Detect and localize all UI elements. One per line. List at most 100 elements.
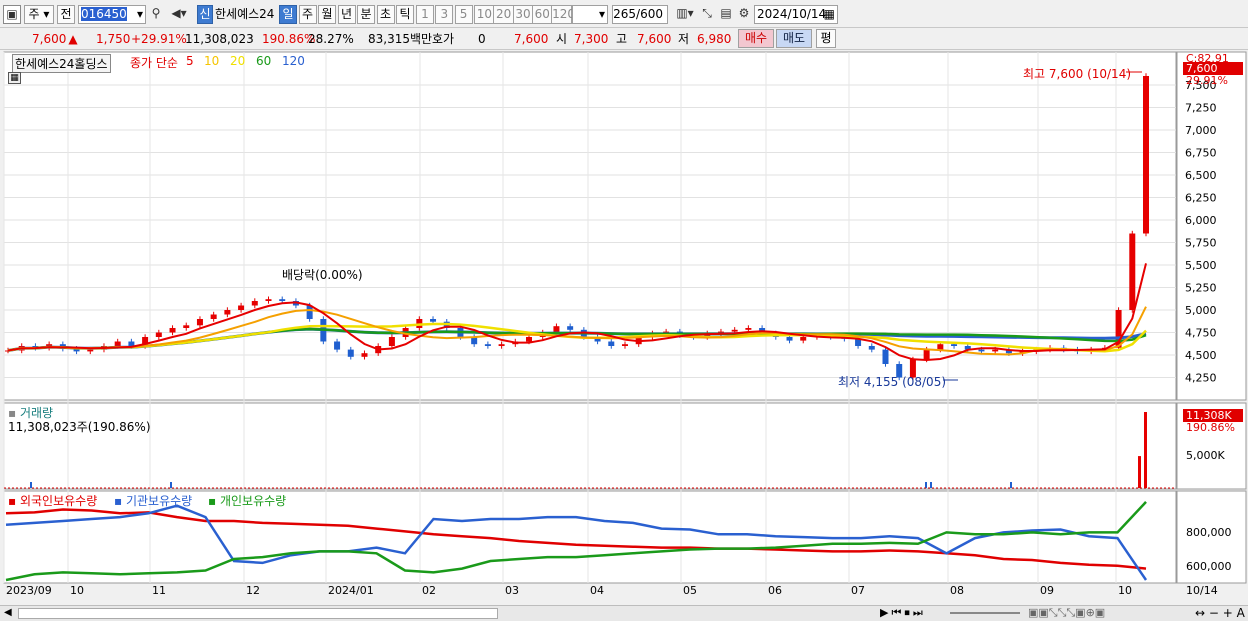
volume-bar <box>170 482 172 488</box>
count-input[interactable]: 265/600 <box>612 5 668 24</box>
stock-type-select[interactable]: 주 ▾ <box>24 5 54 24</box>
avg-button[interactable]: 평 <box>816 29 836 48</box>
x-label-9: 06 <box>768 584 782 597</box>
volume-bar <box>30 482 32 488</box>
y-tick-label: 6,250 <box>1185 192 1217 205</box>
period-1-button[interactable]: 주 <box>298 5 317 24</box>
window-icon[interactable]: ▣ <box>3 5 21 24</box>
hoga-price: 7,600 <box>514 32 549 46</box>
interval-10-button[interactable]: 10 <box>473 5 495 24</box>
interval-120-button[interactable]: 120 <box>551 5 575 24</box>
candle-body <box>238 305 245 310</box>
code-input[interactable]: 016450 ▾ <box>78 5 146 24</box>
interval-5-button[interactable]: 5 <box>454 5 473 24</box>
volume-pct: 190.86% <box>1186 421 1235 434</box>
legend-ma-title: 종가 단순 <box>130 56 178 70</box>
date-value: 2024/10/14 <box>757 7 827 21</box>
pct-label: 29.91% <box>1186 74 1228 87</box>
hoga-value: 0 <box>478 32 486 46</box>
candle-body <box>731 329 738 332</box>
company-name: 한세예스24 <box>215 7 275 21</box>
buy-button[interactable]: 매수 <box>738 29 774 48</box>
y-tick-label: 6,500 <box>1185 169 1217 182</box>
candle-body <box>800 337 807 341</box>
interval-select[interactable]: ▾ <box>572 5 608 24</box>
interval-3-button[interactable]: 3 <box>435 5 454 24</box>
low-annotation: 최저 4,155 (08/05) <box>838 375 947 389</box>
x-label-5: 02 <box>422 584 436 597</box>
turnover: 28.27% <box>308 32 354 46</box>
x-label-6: 03 <box>505 584 519 597</box>
candle-body <box>484 344 491 346</box>
candle-body <box>196 319 203 326</box>
period-5-button[interactable]: 초 <box>376 5 395 24</box>
candle-body <box>334 341 341 350</box>
x-label-1: 10 <box>70 584 84 597</box>
scroll-left-icon[interactable]: ◀ <box>4 607 12 618</box>
table-icon[interactable]: ▦ <box>8 72 21 84</box>
y-tick-label: 6,750 <box>1185 147 1217 160</box>
view-tools[interactable]: ▣▣⤡⤡⤡▣⊕▣ <box>1028 606 1105 620</box>
stock-type-value: 주 <box>28 7 40 21</box>
candle-body <box>114 341 121 346</box>
interval-60-button[interactable]: 60 <box>531 5 553 24</box>
candle-body <box>745 328 752 330</box>
period-6-button[interactable]: 틱 <box>396 5 414 24</box>
change-value: 1,750 <box>96 32 131 46</box>
candle-body <box>553 326 560 333</box>
interval-20-button[interactable]: 20 <box>493 5 515 24</box>
holdings-tick-600k: 600,000 <box>1186 560 1232 573</box>
volume-value: 11,308,023 <box>185 32 254 46</box>
tools-icon[interactable]: ⤡ <box>697 5 717 24</box>
ma-legend-5: 5 <box>186 54 194 68</box>
interval-30-button[interactable]: 30 <box>512 5 534 24</box>
period-3-button[interactable]: 년 <box>337 5 356 24</box>
candle-body <box>279 299 286 301</box>
sin-badge: 신 <box>197 5 213 24</box>
y-tick-label: 5,250 <box>1185 282 1217 295</box>
prev-button[interactable]: 전 <box>57 5 75 24</box>
save-icon[interactable]: ▤ <box>717 5 735 24</box>
search-icon[interactable]: ⚲ <box>148 5 164 24</box>
x-label-7: 04 <box>590 584 604 597</box>
y-tick-label: 5,500 <box>1185 259 1217 272</box>
date-input[interactable]: 2024/10/14 ▦ <box>754 5 838 24</box>
chart-style-icon[interactable]: ▥▾ <box>675 5 695 24</box>
candle-body <box>868 346 875 350</box>
candle-body <box>937 344 944 350</box>
candle-body <box>1143 76 1149 234</box>
ma-legend-120: 120 <box>282 54 305 68</box>
scroll-thumb[interactable] <box>18 608 498 619</box>
high-value: 7,600 <box>637 32 672 46</box>
zoom-icons[interactable]: ↔ − + A <box>1195 606 1245 620</box>
playback-controls[interactable]: ▶⏮⏹⏭ <box>880 606 926 620</box>
speaker-icon[interactable]: ◀▾ <box>167 5 191 24</box>
candle-body <box>183 325 190 328</box>
period-0-button[interactable]: 일 <box>279 5 297 24</box>
volume-bar <box>1144 412 1147 488</box>
hoga-label: 호가 <box>432 32 455 46</box>
open-label: 시 <box>556 32 568 46</box>
calendar-icon[interactable]: ▦ <box>824 6 835 23</box>
dividend-annotation: 배당락(0.00%) <box>282 268 363 282</box>
x-label-13: 10 <box>1118 584 1132 597</box>
x-label-14: 10/14 <box>1186 584 1218 597</box>
x-label-11: 08 <box>950 584 964 597</box>
holdings-legend-2: ▪ 개인보유수량 <box>208 494 287 508</box>
legend-name[interactable]: 한세예스24홀딩스 <box>12 54 111 73</box>
bottom-scrollbar[interactable]: ◀ ▶⏮⏹⏭ ▣▣⤡⤡⤡▣⊕▣ ↔ − + A <box>0 605 1248 621</box>
candle-body <box>87 349 94 352</box>
y-tick-label: 5,000 <box>1185 304 1217 317</box>
sell-button[interactable]: 매도 <box>776 29 812 48</box>
zoom-slider[interactable] <box>950 612 1020 614</box>
gear-icon[interactable]: ⚙ <box>735 5 753 24</box>
ma-legend-20: 20 <box>230 54 246 68</box>
code-value: 016450 <box>81 7 127 21</box>
candle-body <box>155 332 162 337</box>
candle-body <box>951 344 958 346</box>
candle-body <box>526 337 533 342</box>
period-2-button[interactable]: 월 <box>318 5 336 24</box>
candle-body <box>567 326 574 330</box>
interval-1-button[interactable]: 1 <box>416 5 434 24</box>
period-4-button[interactable]: 분 <box>357 5 375 24</box>
